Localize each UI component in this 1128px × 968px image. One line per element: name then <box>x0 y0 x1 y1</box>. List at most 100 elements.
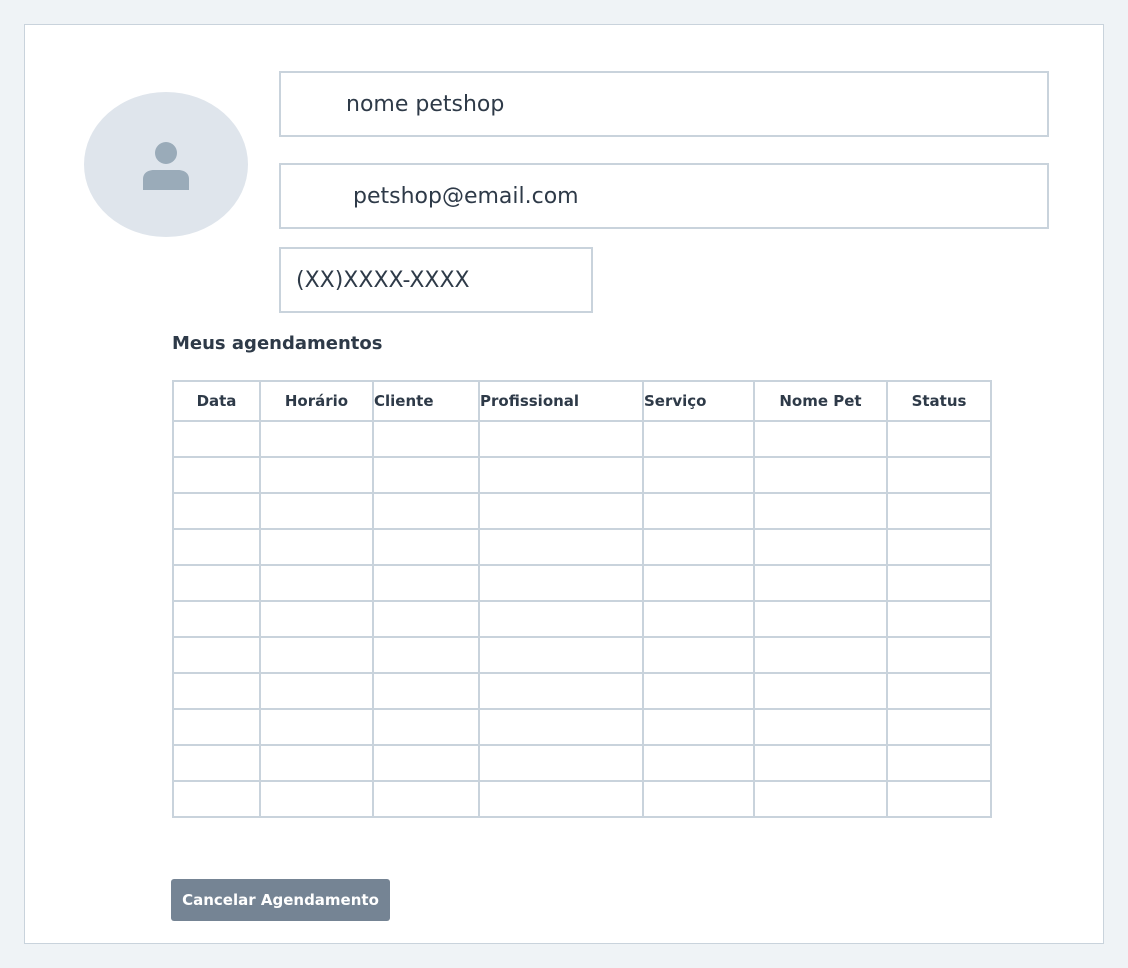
phone-field[interactable]: (XX)XXXX-XXXX <box>279 247 593 313</box>
table-cell <box>478 780 644 818</box>
table-row[interactable] <box>172 528 992 566</box>
column-header-profissional: Profissional <box>478 380 644 422</box>
table-cell <box>642 708 755 746</box>
table-cell <box>478 564 644 602</box>
table-row[interactable] <box>172 744 992 782</box>
table-row[interactable] <box>172 636 992 674</box>
table-cell <box>642 456 755 494</box>
table-cell <box>753 600 888 638</box>
table-cell <box>172 528 261 566</box>
column-header-data: Data <box>172 380 261 422</box>
table-cell <box>478 528 644 566</box>
table-row[interactable] <box>172 780 992 818</box>
appointments-table-body <box>172 420 992 818</box>
table-cell <box>172 600 261 638</box>
table-cell <box>886 744 992 782</box>
table-cell <box>886 564 992 602</box>
table-cell <box>886 672 992 710</box>
table-cell <box>259 564 374 602</box>
table-cell <box>259 600 374 638</box>
petshop-name-field[interactable]: nome petshop <box>279 71 1049 137</box>
table-cell <box>886 636 992 674</box>
table-row[interactable] <box>172 600 992 638</box>
appointments-title: Meus agendamentos <box>172 333 383 354</box>
table-row[interactable] <box>172 420 992 458</box>
table-cell <box>372 528 480 566</box>
table-cell <box>642 636 755 674</box>
table-cell <box>172 744 261 782</box>
table-cell <box>259 420 374 458</box>
email-field[interactable]: petshop@email.com <box>279 163 1049 229</box>
appointments-table: Data Horário Cliente Profissional Serviç… <box>172 380 992 818</box>
table-cell <box>753 420 888 458</box>
table-cell <box>642 672 755 710</box>
table-cell <box>478 672 644 710</box>
table-cell <box>372 456 480 494</box>
table-cell <box>753 636 888 674</box>
table-cell <box>372 420 480 458</box>
table-cell <box>172 420 261 458</box>
table-cell <box>172 708 261 746</box>
table-cell <box>642 564 755 602</box>
table-cell <box>259 636 374 674</box>
table-cell <box>642 780 755 818</box>
table-cell <box>642 744 755 782</box>
table-cell <box>372 600 480 638</box>
avatar[interactable] <box>84 92 248 237</box>
table-cell <box>886 600 992 638</box>
user-icon <box>143 142 189 190</box>
table-cell <box>478 420 644 458</box>
table-cell <box>259 528 374 566</box>
email-value: petshop@email.com <box>353 183 579 209</box>
table-cell <box>886 708 992 746</box>
table-cell <box>642 528 755 566</box>
table-cell <box>259 672 374 710</box>
table-cell <box>478 744 644 782</box>
column-header-horario: Horário <box>259 380 374 422</box>
table-cell <box>753 780 888 818</box>
table-row[interactable] <box>172 492 992 530</box>
table-cell <box>259 780 374 818</box>
table-cell <box>478 492 644 530</box>
table-cell <box>372 672 480 710</box>
table-cell <box>886 456 992 494</box>
table-cell <box>259 708 374 746</box>
table-cell <box>372 636 480 674</box>
table-cell <box>372 492 480 530</box>
table-cell <box>753 744 888 782</box>
table-cell <box>259 744 374 782</box>
table-cell <box>753 456 888 494</box>
column-header-cliente: Cliente <box>372 380 480 422</box>
table-cell <box>372 744 480 782</box>
profile-card: nome petshop petshop@email.com (XX)XXXX-… <box>24 24 1104 944</box>
table-cell <box>172 780 261 818</box>
table-cell <box>259 456 374 494</box>
table-cell <box>172 456 261 494</box>
table-cell <box>753 564 888 602</box>
table-cell <box>259 492 374 530</box>
table-cell <box>753 708 888 746</box>
petshop-name-value: nome petshop <box>346 91 505 117</box>
table-cell <box>478 600 644 638</box>
table-cell <box>372 564 480 602</box>
table-cell <box>886 420 992 458</box>
table-row[interactable] <box>172 456 992 494</box>
column-header-servico: Serviço <box>642 380 755 422</box>
cancel-appointment-button[interactable]: Cancelar Agendamento <box>171 879 390 921</box>
table-cell <box>753 492 888 530</box>
table-row[interactable] <box>172 564 992 602</box>
column-header-nome-pet: Nome Pet <box>753 380 888 422</box>
table-header-row: Data Horário Cliente Profissional Serviç… <box>172 380 992 422</box>
table-cell <box>478 636 644 674</box>
table-cell <box>642 420 755 458</box>
table-cell <box>886 492 992 530</box>
table-row[interactable] <box>172 708 992 746</box>
column-header-status: Status <box>886 380 992 422</box>
table-cell <box>172 564 261 602</box>
table-cell <box>753 672 888 710</box>
table-row[interactable] <box>172 672 992 710</box>
table-cell <box>372 708 480 746</box>
table-cell <box>642 492 755 530</box>
table-cell <box>172 492 261 530</box>
table-cell <box>642 600 755 638</box>
